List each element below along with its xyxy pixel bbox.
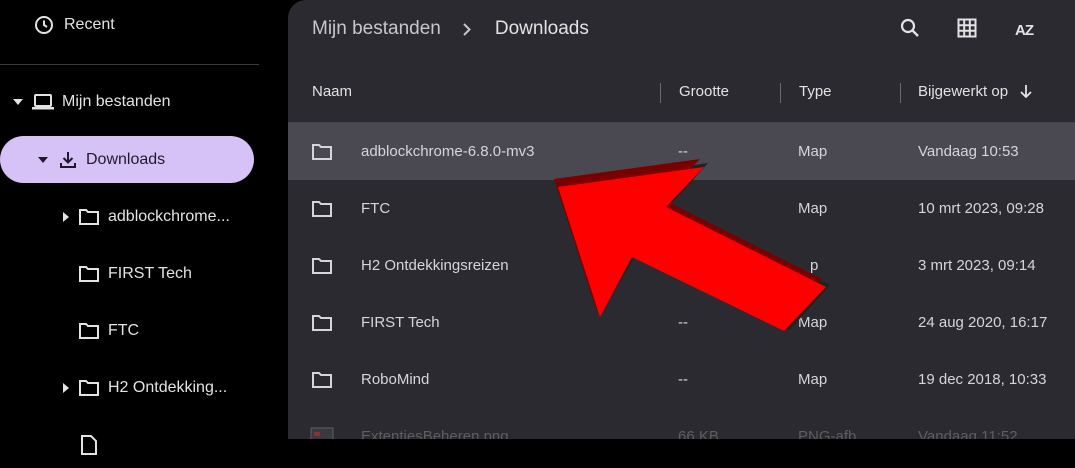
tree-item-first-tech[interactable]: FIRST Tech [77,251,192,297]
file-modified: 24 aug 2020, 16:17 [918,314,1048,331]
caret-right-icon[interactable] [59,381,73,395]
sidebar-item-downloads[interactable]: Downloads [0,136,254,183]
column-header-size[interactable]: Grootte [679,83,729,100]
image-file-icon [310,408,334,439]
column-divider[interactable] [660,83,661,103]
sidebar-item-recent[interactable]: Recent [32,2,115,48]
file-modified: 3 mrt 2023, 09:14 [918,257,1036,274]
sidebar-item-label: Mijn bestanden [62,93,171,110]
file-modified: 10 mrt 2023, 09:28 [918,200,1044,217]
column-header-type[interactable]: Type [799,83,832,100]
file-modified: 19 dec 2018, 10:33 [918,371,1047,388]
tree-item-label: H2 Ontdekking... [108,379,228,396]
file-size: 66 KB [678,428,719,439]
sidebar: Recent Mijn bestanden Downloads adblockc… [0,0,288,455]
sidebar-item-label: Recent [64,16,115,33]
folder-icon [312,294,332,351]
laptop-icon [31,90,55,114]
file-name: ExtentiesBeheren.png [361,428,509,439]
folder-icon [312,180,332,237]
folder-icon [312,351,332,408]
file-name: RoboMind [361,371,430,388]
sidebar-divider [0,64,259,65]
folder-icon [312,123,332,180]
breadcrumb-current: Downloads [494,18,589,39]
download-icon [56,148,80,172]
file-name: adblockchrome-6.8.0-mv3 [361,143,535,160]
folder-icon [77,376,101,400]
file-type: Map [798,371,828,388]
caret-right-icon[interactable] [59,210,73,224]
folder-icon [77,205,101,229]
column-header-name[interactable]: Naam [312,83,352,100]
file-name: FIRST Tech [361,314,440,331]
chevron-right-icon [463,22,473,36]
file-type: PNG-afb [798,428,857,439]
sort-az-icon: AZ [1015,21,1034,39]
column-divider[interactable] [780,83,781,103]
search-button[interactable] [896,16,924,44]
caret-down-icon[interactable] [36,153,50,167]
folder-icon [77,262,101,286]
file-modified: Vandaag 11:52 [918,428,1018,439]
folder-icon [77,319,101,343]
caret-down-icon[interactable] [11,95,25,109]
tree-item-label: FTC [108,322,140,339]
column-header-modified[interactable]: Bijgewerkt op [918,83,1032,100]
file-icon [77,433,101,457]
file-name: H2 Ontdekkingsreizen [361,257,509,274]
table-row[interactable]: ExtentiesBeheren.png 66 KB PNG-afb Vanda… [288,408,1075,439]
file-size: -- [678,371,688,388]
file-name: FTC [361,200,391,217]
sort-button[interactable]: AZ [1010,16,1038,44]
tree-item-label: FIRST Tech [108,265,192,282]
folder-icon [312,237,332,294]
column-divider[interactable] [900,83,901,103]
grid-view-button[interactable] [953,16,981,44]
search-icon [900,18,920,43]
tree-item-adblockchrome[interactable]: adblockchrome... [59,194,230,240]
tree-item-partial[interactable] [77,422,101,468]
grid-icon [957,18,977,43]
sidebar-item-my-files[interactable]: Mijn bestanden [11,79,171,125]
tree-item-label: adblockchrome... [108,208,230,225]
file-modified: Vandaag 10:53 [918,143,1019,160]
table-row[interactable]: RoboMind -- Map 19 dec 2018, 10:33 [288,351,1075,408]
breadcrumb: Mijn bestanden Downloads [312,18,589,40]
sidebar-item-label: Downloads [86,150,166,168]
tree-item-ftc[interactable]: FTC [77,308,139,354]
arrow-down-icon [1020,84,1032,99]
tree-item-h2-ontdekking[interactable]: H2 Ontdekking... [59,365,227,411]
breadcrumb-root[interactable]: Mijn bestanden [312,18,441,40]
annotation-arrow [554,159,830,331]
clock-icon [32,13,56,37]
